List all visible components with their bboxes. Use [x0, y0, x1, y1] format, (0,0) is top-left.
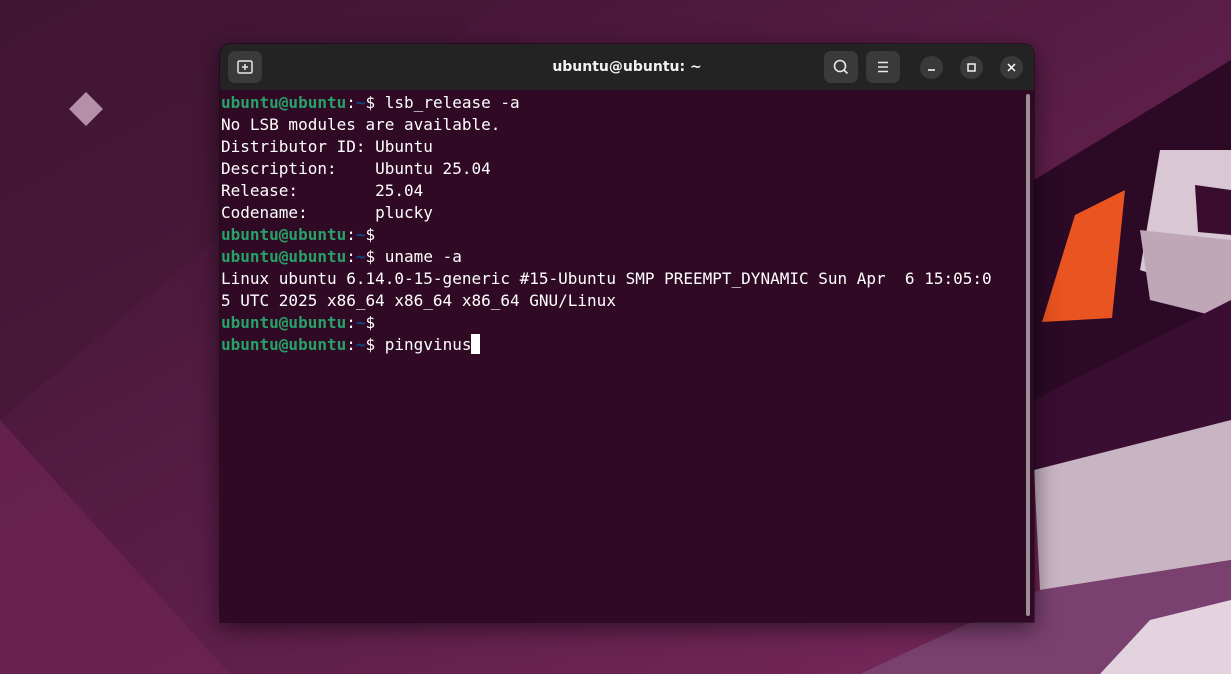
prompt-colon: : [346, 247, 356, 266]
menu-button[interactable] [866, 51, 900, 83]
prompt-line: ubuntu@ubuntu:~$ lsb_release -a [221, 92, 1020, 114]
maximize-button[interactable] [960, 56, 983, 79]
output-line: 5 UTC 2025 x86_64 x86_64 x86_64 GNU/Linu… [221, 291, 616, 310]
scrollbar[interactable] [1026, 94, 1030, 616]
prompt-colon: : [346, 335, 356, 354]
prompt-colon: : [346, 313, 356, 332]
search-icon [833, 59, 849, 75]
prompt-user: ubuntu@ubuntu [221, 335, 347, 354]
prompt-colon: : [346, 225, 356, 244]
prompt-path: ~ [355, 335, 366, 354]
search-button[interactable] [824, 51, 858, 83]
prompt-path: ~ [355, 225, 366, 244]
close-icon [1007, 63, 1016, 72]
prompt-path: ~ [355, 247, 366, 266]
command-text: pingvinus [384, 335, 472, 354]
prompt-user: ubuntu@ubuntu [221, 225, 347, 244]
terminal-window: ubuntu@ubuntu: ~ ubuntu@ubuntu:~$ lsb_re… [220, 44, 1034, 622]
new-tab-icon [237, 60, 253, 74]
prompt-user: ubuntu@ubuntu [221, 313, 347, 332]
prompt-symbol: $ [365, 335, 385, 354]
maximize-icon [967, 63, 976, 72]
text-cursor [471, 334, 481, 354]
window-title: ubuntu@ubuntu: ~ [552, 59, 702, 75]
close-button[interactable] [1000, 56, 1023, 79]
prompt-line: ubuntu@ubuntu:~$ [221, 224, 1020, 246]
prompt-colon: : [346, 93, 356, 112]
prompt-user: ubuntu@ubuntu [221, 93, 347, 112]
prompt-symbol: $ [365, 225, 376, 244]
output-line: Codename: plucky [221, 203, 433, 222]
minimize-icon [928, 69, 935, 71]
new-tab-button[interactable] [228, 51, 262, 83]
prompt-path: ~ [355, 313, 366, 332]
output-line: Description: Ubuntu 25.04 [221, 159, 491, 178]
minimize-button[interactable] [920, 56, 943, 79]
output-line: Release: 25.04 [221, 181, 424, 200]
titlebar[interactable]: ubuntu@ubuntu: ~ [220, 44, 1034, 90]
command-text: lsb_release -a [384, 93, 520, 112]
prompt-user: ubuntu@ubuntu [221, 247, 347, 266]
terminal-output[interactable]: ubuntu@ubuntu:~$ lsb_release -a No LSB mo… [220, 90, 1020, 622]
prompt-path: ~ [355, 93, 366, 112]
prompt-symbol: $ [365, 247, 385, 266]
output-line: Linux ubuntu 6.14.0-15-generic #15-Ubunt… [221, 269, 992, 288]
prompt-symbol: $ [365, 93, 385, 112]
prompt-symbol: $ [365, 313, 376, 332]
prompt-line: ubuntu@ubuntu:~$ uname -a [221, 246, 1020, 268]
output-line: Distributor ID: Ubuntu [221, 137, 433, 156]
output-line: No LSB modules are available. [221, 115, 501, 134]
prompt-line: ubuntu@ubuntu:~$ pingvinus [221, 334, 1020, 356]
hamburger-menu-icon [878, 61, 888, 73]
command-text: uname -a [384, 247, 462, 266]
prompt-line: ubuntu@ubuntu:~$ [221, 312, 1020, 334]
